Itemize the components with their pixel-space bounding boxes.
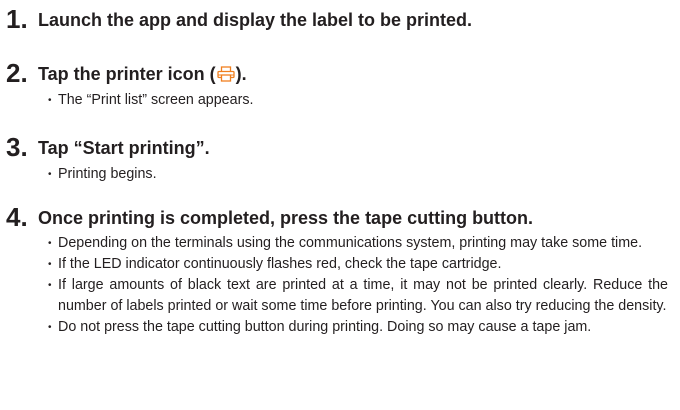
step-title-before-icon: Tap the printer icon (: [38, 64, 216, 84]
step-title: Once printing is completed, press the ta…: [38, 208, 534, 228]
step-number: 1.: [6, 4, 28, 34]
step-number: 4.: [6, 202, 28, 232]
step-number: 2.: [6, 58, 28, 88]
bullet-item: Printing begins.: [48, 164, 668, 185]
bullet-item: The “Print list” screen appears.: [48, 90, 668, 111]
step-bullets: Depending on the terminals using the com…: [48, 233, 668, 338]
bullet-item: Depending on the terminals using the com…: [48, 233, 668, 254]
step-title-after-icon: ).: [235, 64, 247, 84]
bullet-item: Do not press the tape cutting button dur…: [48, 317, 668, 338]
step-title: Tap the printer icon ( ).: [38, 63, 247, 85]
bullet-item: If large amounts of black text are print…: [48, 275, 668, 317]
bullet-item: If the LED indicator continuously flashe…: [48, 254, 668, 275]
printer-icon: [217, 65, 235, 82]
step-title: Launch the app and display the label to …: [38, 10, 473, 30]
step-bullets: The “Print list” screen appears.: [48, 90, 668, 111]
step-title: Tap “Start printing”.: [38, 138, 210, 158]
step-number: 3.: [6, 132, 28, 162]
step-bullets: Printing begins.: [48, 164, 668, 185]
